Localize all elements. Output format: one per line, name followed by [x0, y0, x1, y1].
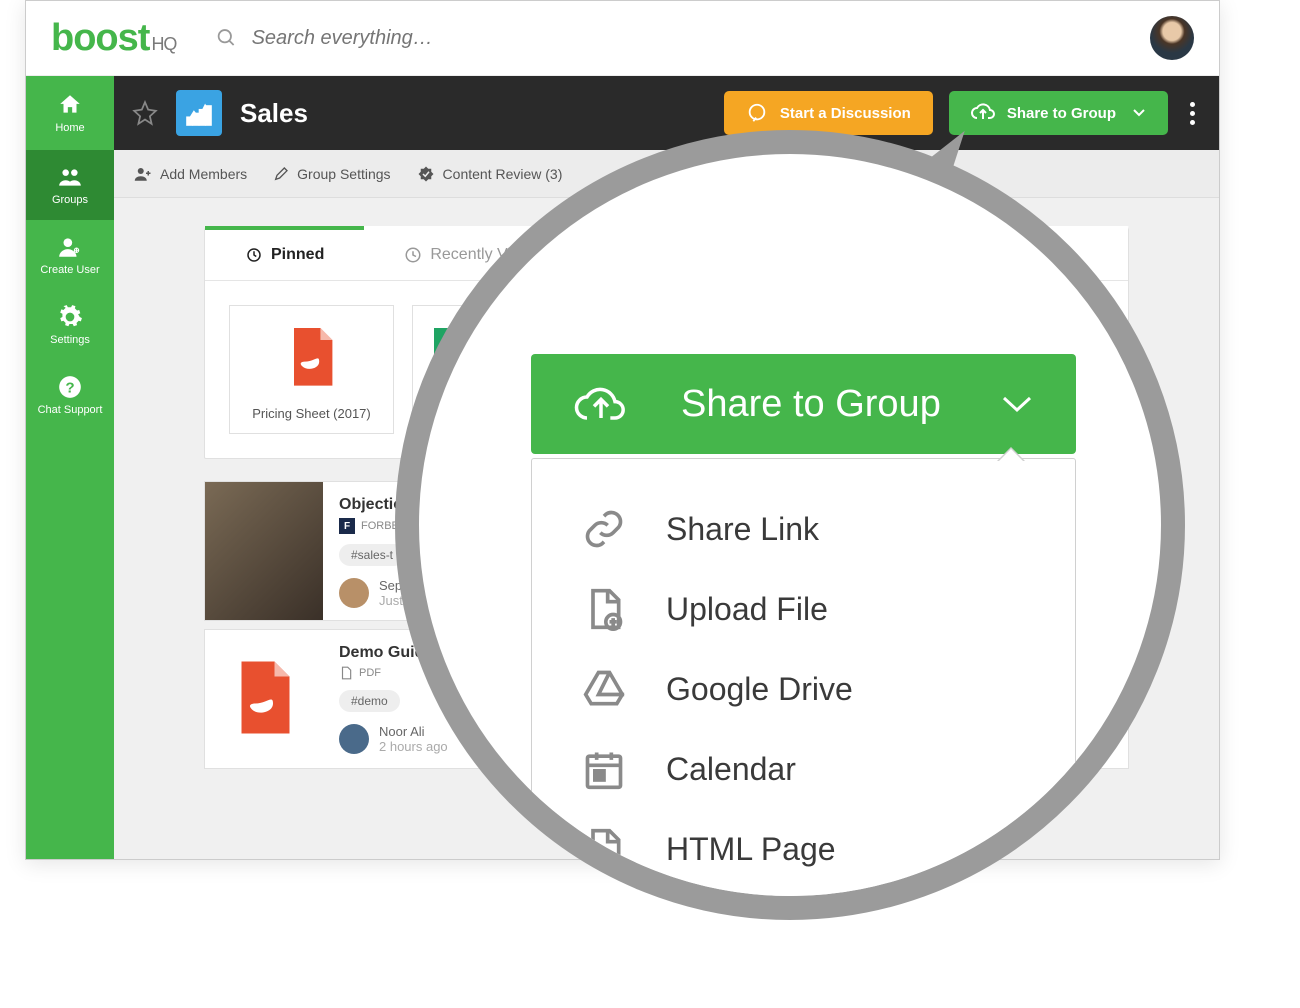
toolbar-label: Group Settings: [297, 166, 390, 182]
tab-pinned[interactable]: Pinned: [205, 226, 364, 280]
button-label: Share to Group: [681, 383, 1000, 426]
pin-icon: [245, 246, 263, 264]
html-icon: HTML: [582, 827, 626, 871]
zoom-callout: Share to Group Share Link Upload File Go…: [395, 130, 1185, 920]
page-title: Sales: [240, 98, 308, 129]
add-members-button[interactable]: Add Members: [134, 165, 247, 183]
group-settings-button[interactable]: Group Settings: [273, 166, 390, 182]
sidebar-label: Groups: [52, 194, 88, 206]
sidebar-label: Settings: [50, 334, 90, 346]
topbar: boostHQ: [26, 1, 1219, 76]
sidebar: Home Groups Create User Settings ? Chat …: [26, 76, 114, 859]
calendar-icon: [582, 747, 626, 791]
more-menu[interactable]: [1184, 102, 1201, 125]
cloud-upload-icon: [573, 378, 629, 430]
sidebar-item-chat-support[interactable]: ? Chat Support: [26, 360, 114, 430]
doc-title: Pricing Sheet (2017): [252, 406, 371, 421]
cloud-upload-icon: [971, 103, 995, 123]
group-icon: [176, 90, 222, 136]
button-label: Share to Group: [1007, 105, 1116, 122]
logo: boostHQ: [51, 17, 176, 60]
menu-label: Upload File: [666, 591, 828, 628]
button-label: Start a Discussion: [780, 105, 911, 122]
share-menu: Share Link Upload File Google Drive Cale…: [531, 458, 1076, 920]
menu-calendar[interactable]: Calendar: [582, 729, 1025, 809]
gear-icon: [57, 304, 83, 330]
menu-label: Google Drive: [666, 671, 853, 708]
user-avatar[interactable]: [1150, 16, 1194, 60]
menu-label: Calendar: [666, 751, 796, 788]
pdf-icon: [288, 328, 336, 388]
pinned-doc[interactable]: Pricing Sheet (2017): [229, 305, 394, 434]
sidebar-item-settings[interactable]: Settings: [26, 290, 114, 360]
sidebar-item-home[interactable]: Home: [26, 76, 114, 150]
groups-icon: [57, 164, 83, 190]
svg-text:HTML: HTML: [591, 852, 617, 862]
file-add-icon: [582, 587, 626, 631]
start-discussion-button[interactable]: Start a Discussion: [724, 91, 933, 135]
chat-icon: [746, 102, 768, 124]
sidebar-label: Home: [55, 122, 84, 134]
search[interactable]: [216, 27, 1130, 50]
share-to-group-large-button[interactable]: Share to Group: [531, 354, 1076, 454]
add-user-icon: [57, 234, 83, 260]
sidebar-label: Create User: [40, 264, 99, 276]
menu-share-link[interactable]: Share Link: [582, 489, 1025, 569]
menu-html-page[interactable]: HTML HTML Page: [582, 809, 1025, 889]
share-to-group-button[interactable]: Share to Group: [949, 91, 1168, 135]
menu-label: Share Link: [666, 511, 819, 548]
sidebar-label: Chat Support: [38, 404, 103, 416]
feed-tag[interactable]: #demo: [339, 690, 400, 712]
sidebar-item-create-user[interactable]: Create User: [26, 220, 114, 290]
star-icon[interactable]: [132, 100, 158, 126]
search-input[interactable]: [252, 27, 1130, 50]
chevron-down-icon: [1132, 108, 1146, 118]
chevron-down-icon: [1000, 394, 1034, 414]
feed-source: PDF: [359, 667, 381, 679]
svg-text:?: ?: [65, 379, 74, 396]
menu-google-drive[interactable]: Google Drive: [582, 649, 1025, 729]
pencil-icon: [273, 166, 289, 182]
tab-label: Pinned: [271, 246, 324, 264]
toolbar-label: Add Members: [160, 166, 247, 182]
sidebar-item-groups[interactable]: Groups: [26, 150, 114, 220]
link-icon: [582, 507, 626, 551]
help-icon: ?: [57, 374, 83, 400]
menu-label: HTML Page: [666, 831, 836, 868]
search-icon: [216, 27, 237, 49]
google-drive-icon: [582, 667, 626, 711]
add-user-icon: [134, 165, 152, 183]
pdf-icon: [234, 661, 294, 737]
menu-upload-file[interactable]: Upload File: [582, 569, 1025, 649]
home-icon: [57, 92, 83, 118]
file-icon: [339, 666, 353, 680]
